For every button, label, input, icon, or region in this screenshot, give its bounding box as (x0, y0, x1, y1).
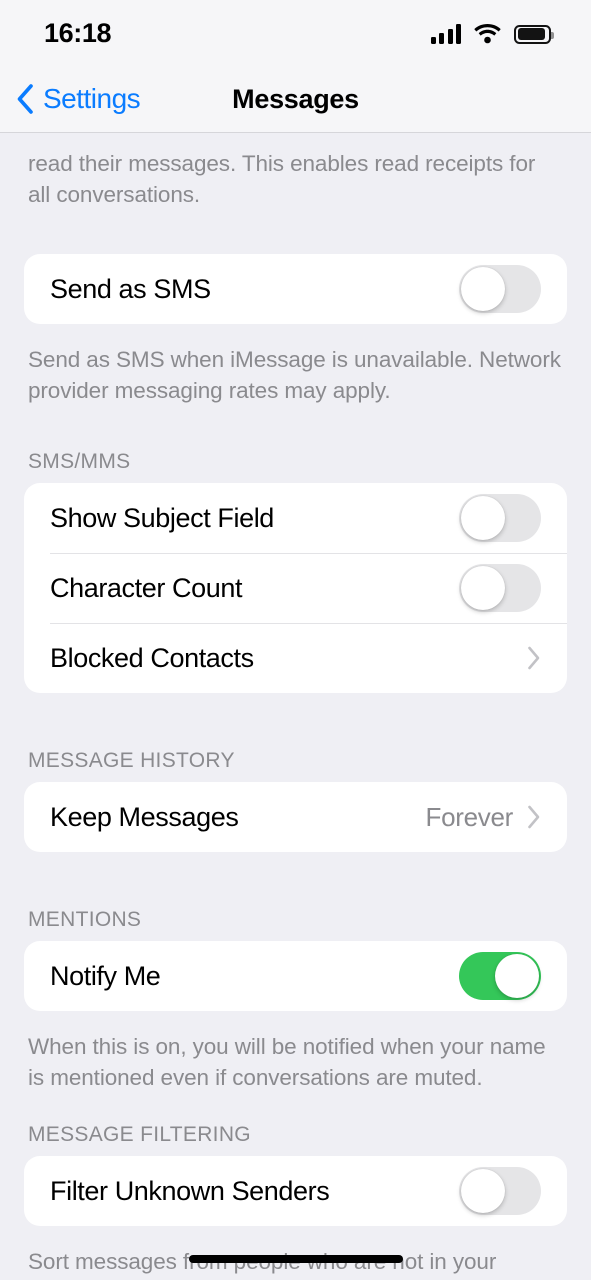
mentions-card: Notify Me (24, 941, 567, 1011)
send-as-sms-card: Send as SMS (24, 254, 567, 324)
notify-me-toggle[interactable] (459, 952, 541, 1000)
send-as-sms-label: Send as SMS (50, 273, 211, 304)
row-blocked-contacts[interactable]: Blocked Contacts (24, 623, 567, 693)
keep-messages-value: Forever (425, 801, 514, 832)
send-as-sms-toggle[interactable] (459, 265, 541, 313)
character-count-label: Character Count (50, 572, 243, 603)
chevron-left-icon (16, 84, 34, 114)
status-bar: 16:18 (0, 0, 591, 66)
notify-me-label: Notify Me (50, 960, 161, 991)
home-indicator[interactable] (188, 1255, 403, 1263)
row-character-count[interactable]: Character Count (24, 553, 567, 623)
mentions-section-header: MENTIONS (28, 908, 142, 931)
back-button[interactable]: Settings (0, 83, 141, 115)
sms-mms-section-header: SMS/MMS (28, 450, 131, 473)
row-keep-messages[interactable]: Keep Messages Forever (24, 782, 567, 852)
chevron-right-icon (527, 646, 541, 670)
filter-unknown-senders-toggle[interactable] (459, 1167, 541, 1215)
row-filter-unknown-senders[interactable]: Filter Unknown Senders (24, 1156, 567, 1226)
character-count-toggle[interactable] (459, 564, 541, 612)
status-bar-icons (430, 23, 554, 44)
show-subject-field-toggle[interactable] (459, 494, 541, 542)
blocked-contacts-label: Blocked Contacts (50, 642, 254, 673)
send-as-sms-footnote: Send as SMS when iMessage is unavailable… (28, 347, 561, 403)
filter-unknown-senders-label: Filter Unknown Senders (50, 1175, 330, 1206)
battery-icon (514, 24, 554, 44)
settings-scroll-view[interactable]: read their messages. This enables read r… (0, 133, 591, 1280)
mentions-footnote: When this is on, you will be notified wh… (28, 1034, 546, 1090)
back-button-label: Settings (43, 83, 141, 114)
message-filtering-section-header: MESSAGE FILTERING (28, 1123, 251, 1146)
row-notify-me[interactable]: Notify Me (24, 941, 567, 1011)
messages-settings-screen: 16:18 Settings Messages read their messa… (0, 0, 591, 1280)
message-filtering-card: Filter Unknown Senders (24, 1156, 567, 1226)
navigation-bar: Settings Messages (0, 66, 591, 133)
row-send-as-sms[interactable]: Send as SMS (24, 254, 567, 324)
message-filtering-footnote: Sort messages from people who are not in… (28, 1249, 497, 1274)
read-receipts-footnote: read their messages. This enables read r… (28, 151, 536, 207)
keep-messages-label: Keep Messages (50, 801, 239, 832)
cellular-signal-icon (430, 23, 461, 44)
wifi-icon (474, 23, 501, 44)
show-subject-field-label: Show Subject Field (50, 502, 274, 533)
sms-mms-card: Show Subject Field Character Count Block… (24, 483, 567, 693)
message-history-section-header: MESSAGE HISTORY (28, 749, 235, 772)
chevron-right-icon (527, 805, 541, 829)
status-bar-clock: 16:18 (44, 17, 112, 48)
message-history-card: Keep Messages Forever (24, 782, 567, 852)
row-show-subject-field[interactable]: Show Subject Field (24, 483, 567, 553)
